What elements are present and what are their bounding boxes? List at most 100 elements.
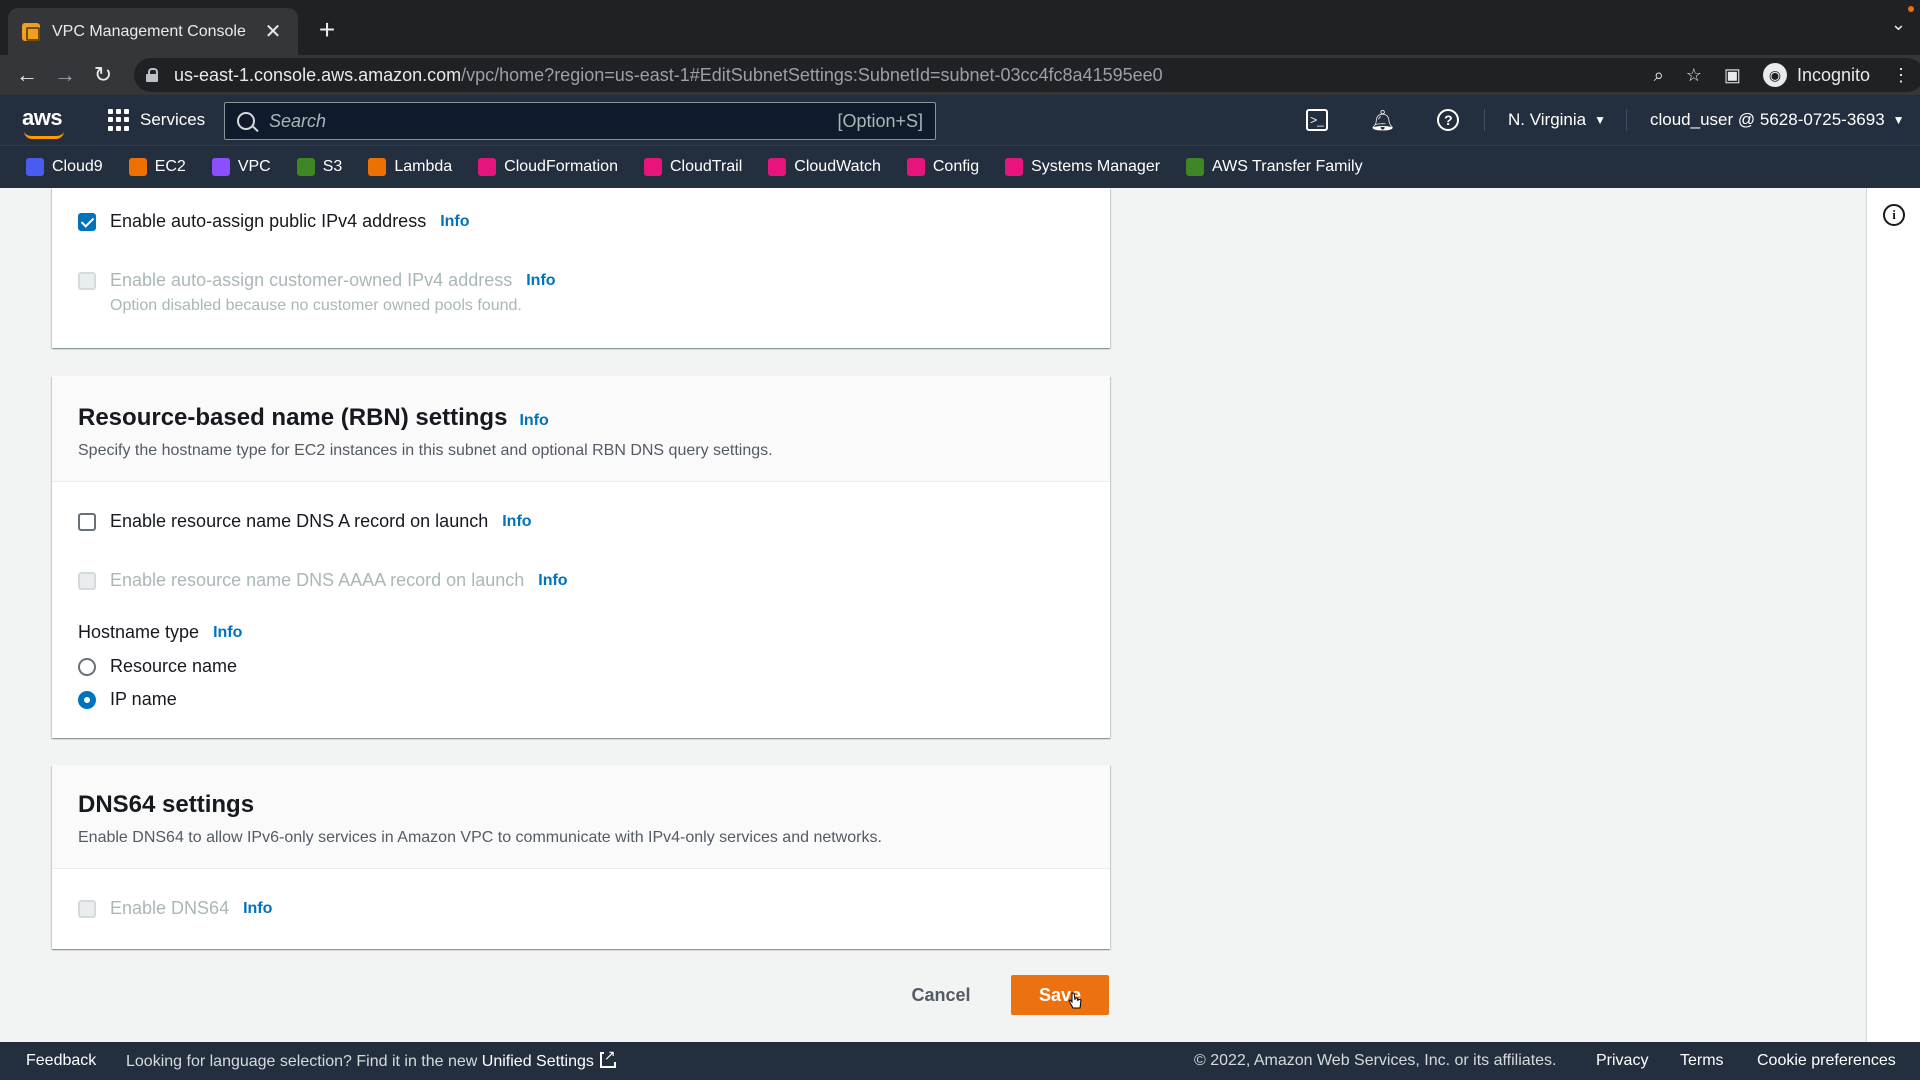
ec2-icon — [128, 158, 147, 176]
hostname-type-label: Hostname type — [78, 622, 200, 642]
privacy-link[interactable]: Privacy — [1596, 1052, 1648, 1070]
side-panel-icon[interactable]: ▣ — [1724, 65, 1741, 86]
radio-ip-name[interactable]: IP name — [78, 689, 177, 710]
info-link[interactable]: Info — [502, 513, 531, 531]
region-label: N. Virginia — [1508, 110, 1587, 129]
dns-a-record-label[interactable]: Enable resource name DNS A record on lau… — [110, 511, 488, 532]
save-button[interactable]: Save — [1011, 975, 1109, 1015]
tab-search-chevron-icon[interactable]: ⌄ — [1891, 14, 1906, 35]
browser-toolbar: ← → ↻ us-east-1.console.aws.amazon.com/v… — [0, 55, 1920, 95]
favorite-cloudwatch[interactable]: CloudWatch — [768, 158, 881, 176]
aws-top-nav: aws Services [Option+S] >_ 🔔︎ ? N. Virgi… — [0, 95, 1920, 145]
favorite-label: VPC — [237, 158, 271, 175]
favorite-lambda[interactable]: Lambda — [368, 158, 452, 176]
info-link[interactable]: Info — [519, 412, 548, 430]
nav-divider — [1626, 109, 1627, 131]
external-link-icon — [599, 1048, 616, 1068]
favorite-config[interactable]: Config — [906, 158, 980, 176]
cookie-preferences-link[interactable]: Cookie preferences — [1757, 1052, 1896, 1070]
feedback-link[interactable]: Feedback — [26, 1052, 96, 1070]
info-panel-icon[interactable]: i — [1883, 204, 1905, 226]
auto-assign-ipv4-checkbox[interactable] — [78, 212, 96, 231]
cancel-button[interactable]: Cancel — [886, 975, 996, 1015]
services-menu-button[interactable]: Services — [108, 95, 205, 145]
bookmark-star-icon[interactable]: ☆ — [1686, 65, 1702, 86]
incognito-profile[interactable]: ◉ Incognito — [1762, 63, 1870, 87]
hand-cursor-icon — [1068, 992, 1082, 1009]
close-tab-icon[interactable]: ✕ — [262, 19, 284, 44]
url-path: /vpc/home?region=us-east-1#EditSubnetSet… — [461, 64, 1163, 85]
favorites-bar: Cloud9 EC2 VPC S3 Lambda CloudFormation … — [0, 145, 1920, 188]
enable-dns64-checkbox — [78, 899, 96, 918]
terms-link[interactable]: Terms — [1680, 1052, 1724, 1070]
favorite-cloudformation[interactable]: CloudFormation — [478, 158, 618, 176]
resource-name-radio[interactable] — [78, 657, 96, 676]
console-footer: Feedback Looking for language selection?… — [0, 1042, 1920, 1080]
forward-arrow-icon[interactable]: → — [46, 62, 84, 88]
cloudtrail-icon — [643, 158, 662, 176]
dns-a-record-checkbox[interactable] — [78, 512, 96, 531]
ip-name-radio[interactable] — [78, 690, 96, 709]
auto-assign-ipv4-row: Enable auto-assign public IPv4 address I… — [78, 211, 470, 232]
favorite-s3[interactable]: S3 — [296, 158, 343, 176]
region-selector[interactable]: N. Virginia ▼ — [1508, 95, 1606, 145]
reload-icon[interactable]: ↻ — [84, 62, 122, 88]
help-icon[interactable]: ? — [1437, 109, 1460, 131]
enable-dns64-row: Enable DNS64 Info — [78, 898, 272, 919]
browser-menu-icon[interactable]: ⋮ — [1892, 65, 1910, 86]
browser-tab[interactable]: VPC Management Console ✕ — [8, 8, 298, 55]
info-link[interactable]: Info — [440, 213, 469, 231]
account-menu[interactable]: cloud_user @ 5628-0725-3693 ▼ — [1650, 95, 1905, 145]
help-panel-rail: i — [1866, 188, 1920, 1042]
info-link[interactable]: Info — [526, 272, 555, 290]
lock-icon — [146, 68, 158, 82]
favorite-ec2[interactable]: EC2 — [128, 158, 186, 176]
favorite-label: Config — [932, 158, 980, 175]
favorite-label: EC2 — [154, 158, 186, 175]
caret-down-icon: ▼ — [1594, 113, 1607, 127]
hostname-type-row: Hostname type Info — [78, 622, 242, 643]
new-tab-button[interactable]: + — [312, 12, 342, 48]
s3-icon — [296, 158, 315, 176]
favorite-aws-transfer-family[interactable]: AWS Transfer Family — [1186, 158, 1363, 176]
dns64-header: DNS64 settings Enable DNS64 to allow IPv… — [52, 765, 1110, 869]
info-link[interactable]: Info — [213, 624, 242, 642]
favorite-cloudtrail[interactable]: CloudTrail — [643, 158, 742, 176]
rbn-title-row: Resource-based name (RBN) settings Info — [78, 404, 1084, 432]
back-arrow-icon[interactable]: ← — [8, 62, 46, 88]
tab-title: VPC Management Console — [52, 22, 246, 40]
profile-label: Incognito — [1796, 64, 1870, 85]
dns-aaaa-record-row: Enable resource name DNS AAAA record on … — [78, 570, 568, 591]
cloudwatch-icon — [768, 158, 787, 176]
aws-logo[interactable]: aws — [22, 105, 63, 131]
dns-a-record-row: Enable resource name DNS A record on lau… — [78, 511, 532, 532]
favorite-label: CloudWatch — [794, 158, 881, 175]
info-link[interactable]: Info — [243, 900, 272, 918]
auto-assign-customer-checkbox — [78, 271, 96, 290]
caret-down-icon: ▼ — [1892, 113, 1905, 127]
rbn-description: Specify the hostname type for EC2 instan… — [78, 442, 773, 459]
ip-name-label[interactable]: IP name — [110, 689, 177, 710]
cloudshell-icon[interactable]: >_ — [1306, 109, 1328, 131]
radio-resource-name[interactable]: Resource name — [78, 656, 237, 677]
notifications-bell-icon[interactable]: 🔔︎ — [1370, 108, 1395, 133]
favorite-systems-manager[interactable]: Systems Manager — [1005, 158, 1160, 176]
url-host: us-east-1.console.aws.amazon.com — [174, 64, 462, 85]
search-bar[interactable]: [Option+S] — [224, 102, 936, 140]
address-bar[interactable]: us-east-1.console.aws.amazon.com/vpc/hom… — [134, 58, 1920, 92]
browser-actions: ⌕ ☆ ▣ ◉ Incognito ⋮ — [1654, 55, 1910, 95]
cloudformation-icon — [478, 158, 497, 176]
grid-icon — [108, 109, 130, 131]
favorite-cloud9[interactable]: Cloud9 — [26, 158, 103, 176]
resource-name-label[interactable]: Resource name — [110, 656, 237, 677]
incognito-icon: ◉ — [1762, 63, 1787, 87]
auto-assign-ipv4-label[interactable]: Enable auto-assign public IPv4 address — [110, 211, 426, 232]
favorite-vpc[interactable]: VPC — [211, 158, 271, 176]
favorite-label: S3 — [322, 158, 343, 175]
favorite-label: Lambda — [394, 158, 453, 175]
search-input[interactable] — [269, 110, 838, 132]
favorite-label: CloudFormation — [504, 158, 618, 175]
info-link[interactable]: Info — [538, 572, 567, 590]
zoom-icon[interactable]: ⌕ — [1654, 65, 1664, 86]
unified-settings-link[interactable]: Unified Settings — [482, 1053, 594, 1070]
